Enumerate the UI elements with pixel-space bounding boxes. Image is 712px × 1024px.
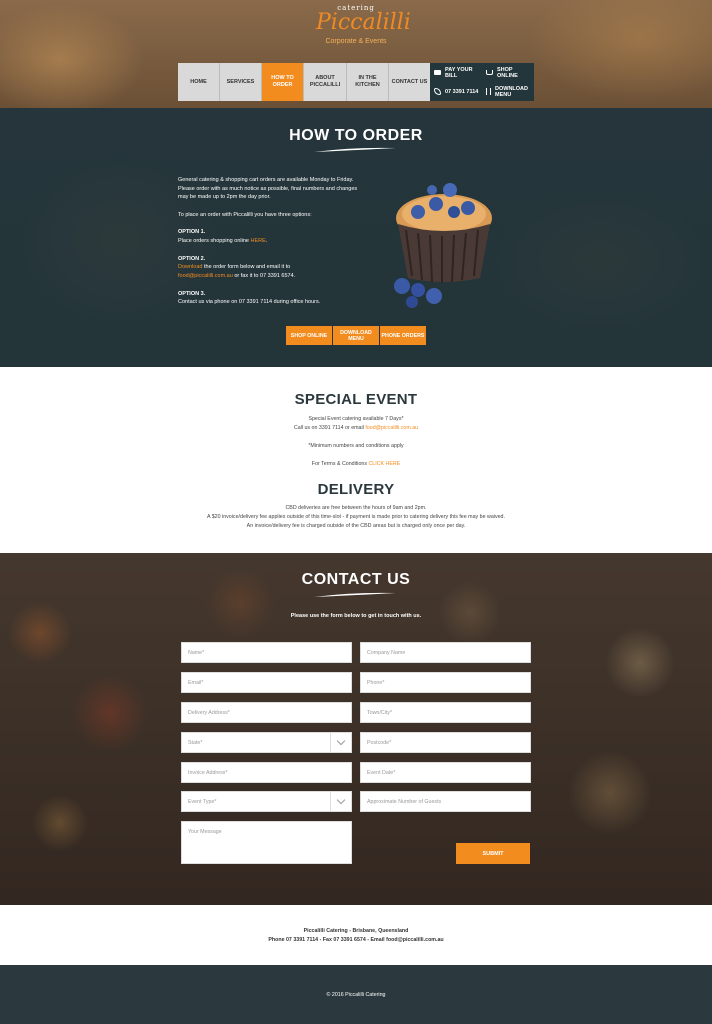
phone-orders-button[interactable]: PHONE ORDERS	[380, 326, 426, 345]
contact-overlay	[0, 553, 712, 905]
logo-wordmark: Piccalilli	[316, 10, 411, 35]
contact-intro: Please use the form below to get in touc…	[290, 613, 422, 619]
how-intro: General catering & shopping cart orders …	[178, 177, 358, 201]
download-menu-button[interactable]: DOWNLOAD MENU	[333, 326, 379, 345]
delivery-line-2: A $20 invoice/delivery fee applies outsi…	[207, 514, 505, 520]
event-type-select[interactable]: Event Type*	[181, 791, 352, 812]
option-3-title: OPTION 3.	[178, 290, 206, 297]
event-date-field[interactable]: Event Date*	[360, 762, 531, 783]
cutlery-icon	[486, 88, 491, 95]
how-to-order-title: HOW TO ORDER	[289, 127, 423, 144]
special-line-2: Call us on 3391 7114 or email food@picca…	[0, 424, 712, 433]
guests-field[interactable]: Approximate Number of Guests	[360, 791, 531, 812]
download-menu-label: DOWNLOAD MENU	[495, 85, 528, 98]
nav-how-to-order[interactable]: HOW TO ORDER	[262, 63, 304, 101]
terms-click-here-link[interactable]: CLICK HERE	[368, 461, 400, 467]
delivery-address-field[interactable]: Delivery Address*	[181, 702, 352, 723]
main-nav: HOME SERVICES HOW TO ORDER ABOUT PICCALI…	[178, 63, 431, 101]
shop-online-link[interactable]: SHOP ONLINE	[482, 63, 534, 82]
option-2: OPTION 2. Download the order form below …	[178, 255, 368, 281]
special-event-title: SPECIAL EVENT	[294, 391, 418, 408]
message-textarea[interactable]: Your Message	[181, 821, 352, 864]
option-2-fax: or fax it to 07 3391 6574.	[232, 273, 296, 280]
contact-section: CONTACT US Please use the form below to …	[0, 553, 712, 905]
phone-label: 07 3391 7114	[445, 88, 479, 95]
logo[interactable]: catering Piccalilli Corporate & Events	[316, 4, 411, 45]
nav-contact[interactable]: CONTACT US	[389, 63, 431, 101]
option-1-title: OPTION 1.	[178, 229, 206, 236]
contact-title: CONTACT US	[301, 571, 411, 588]
pay-bill-label: PAY YOUR BILL	[445, 66, 473, 79]
chevron-down-icon	[330, 792, 351, 811]
option-1: OPTION 1. Place orders shopping online H…	[178, 228, 368, 245]
company-field[interactable]: Company Name	[360, 642, 531, 663]
nav-home[interactable]: HOME	[178, 63, 220, 101]
how-to-order-text: General catering & shopping cart orders …	[178, 176, 368, 316]
delivery-line-1: CBD deliveries are free between the hour…	[285, 505, 427, 511]
event-type-select-label: Event Type*	[188, 798, 217, 805]
state-select[interactable]: State*	[181, 732, 352, 753]
footer-address: Piccalilli Catering - Brisbane, Queensla…	[303, 928, 409, 934]
how-options-intro: To place an order with Piccalilli you ha…	[178, 211, 312, 218]
copyright: © 2016 Piccalilli Catering	[326, 992, 386, 998]
option-2-download-link[interactable]: Download	[178, 264, 202, 270]
special-line-1: Special Event catering available 7 Days*	[308, 416, 404, 422]
submit-button[interactable]: SUBMIT	[456, 843, 530, 864]
option-2-text: the order form below and email it to	[202, 264, 291, 271]
logo-tagline: Corporate & Events	[325, 38, 387, 45]
cart-icon	[486, 70, 493, 75]
phone-link[interactable]: 07 3391 7114	[430, 82, 482, 101]
footer-bar: © 2016 Piccalilli Catering	[0, 965, 712, 1024]
option-1-text: Place orders shopping online	[178, 238, 251, 245]
special-email-link[interactable]: food@piccalilli.com.au	[365, 425, 418, 431]
delivery-line-3: An invoice/delivery fee is charged outsi…	[246, 523, 466, 529]
invoice-address-field[interactable]: Invoice Address*	[181, 762, 352, 783]
phone-field[interactable]: Phone*	[360, 672, 531, 693]
special-line-4: For Terms & Conditions CLICK HERE	[0, 460, 712, 469]
nav-services[interactable]: SERVICES	[220, 63, 262, 101]
option-2-email-link[interactable]: food@piccalilli.com.au	[178, 273, 233, 279]
special-line-3: *Minimum numbers and conditions apply	[308, 443, 404, 449]
town-city-field[interactable]: Town/City*	[360, 702, 531, 723]
phone-icon	[434, 88, 441, 95]
quick-links: PAY YOUR BILL SHOP ONLINE 07 3391 7114 D…	[430, 63, 534, 101]
footer-info: Piccalilli Catering - Brisbane, Queensla…	[0, 905, 712, 965]
contact-underline-swoosh	[314, 592, 396, 597]
special-line-2-text: Call us on 3391 7114 or email	[293, 425, 366, 431]
delivery-title: DELIVERY	[317, 481, 395, 498]
hero-section: catering Piccalilli Corporate & Events H…	[0, 0, 712, 367]
shop-online-button[interactable]: SHOP ONLINE	[286, 326, 332, 345]
download-menu-link[interactable]: DOWNLOAD MENU	[482, 82, 534, 101]
pay-bill-link[interactable]: PAY YOUR BILL	[430, 63, 482, 82]
special-event-section: SPECIAL EVENT Special Event catering ava…	[0, 367, 712, 553]
option-1-here-link[interactable]: HERE	[250, 238, 265, 244]
option-3: OPTION 3. Contact us via phone on 07 339…	[178, 290, 368, 307]
shop-online-label: SHOP ONLINE	[497, 66, 518, 79]
name-field[interactable]: Name*	[181, 642, 352, 663]
postcode-field[interactable]: Postcode*	[360, 732, 531, 753]
how-to-order-buttons: SHOP ONLINE DOWNLOAD MENU PHONE ORDERS	[286, 326, 426, 345]
option-3-text: Contact us via phone on 07 3391 7114 dur…	[178, 299, 321, 306]
credit-card-icon	[434, 70, 441, 75]
option-2-title: OPTION 2.	[178, 255, 206, 262]
chevron-down-icon	[330, 733, 351, 752]
footer-contact: Phone 07 3391 7114 - Fax 07 3391 6574 - …	[268, 937, 444, 943]
title-underline-swoosh	[314, 147, 396, 152]
blueberry-muffin-image	[394, 183, 492, 308]
state-select-label: State*	[188, 739, 203, 746]
nav-kitchen[interactable]: IN THE KITCHEN	[347, 63, 389, 101]
special-terms-text: For Terms & Conditions	[311, 461, 369, 467]
nav-about[interactable]: ABOUT PICCALILLI	[304, 63, 347, 101]
email-field[interactable]: Email*	[181, 672, 352, 693]
